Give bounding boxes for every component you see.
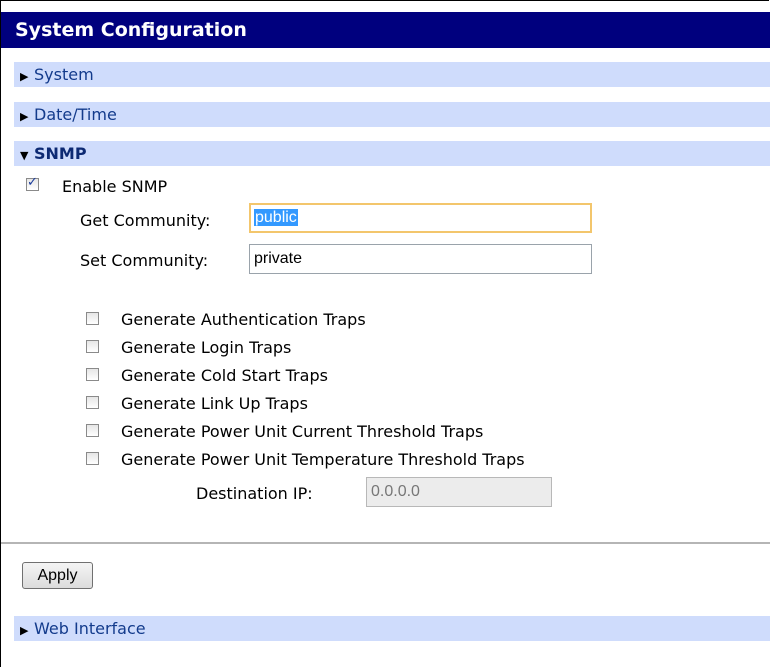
enable-snmp-label: Enable SNMP: [62, 177, 168, 196]
chevron-right-icon: ▶: [20, 70, 29, 83]
destination-ip-label: Destination IP:: [196, 484, 313, 503]
get-community-value: public: [254, 209, 298, 226]
page-title: System Configuration: [1, 12, 770, 48]
section-datetime-label: Date/Time: [34, 105, 117, 124]
chevron-down-icon: ▼: [20, 149, 29, 162]
apply-button[interactable]: Apply: [22, 562, 93, 589]
trap-current-threshold-checkbox[interactable]: [86, 424, 99, 437]
trap-link-up-label: Generate Link Up Traps: [121, 394, 308, 413]
trap-current-threshold-label: Generate Power Unit Current Threshold Tr…: [121, 422, 484, 441]
page-frame: [0, 0, 769, 667]
trap-login-label: Generate Login Traps: [121, 338, 292, 357]
enable-snmp-checkbox[interactable]: [26, 175, 39, 191]
set-community-label: Set Community:: [80, 251, 209, 270]
trap-cold-start-label: Generate Cold Start Traps: [121, 366, 328, 385]
trap-link-up-checkbox[interactable]: [86, 396, 99, 409]
section-snmp-label: SNMP: [34, 144, 87, 163]
get-community-label: Get Community:: [80, 211, 211, 230]
set-community-value: private: [254, 250, 303, 267]
trap-authentication-label: Generate Authentication Traps: [121, 310, 366, 329]
trap-temperature-threshold-label: Generate Power Unit Temperature Threshol…: [121, 450, 525, 469]
destination-ip-value: 0.0.0.0: [371, 483, 420, 500]
section-system[interactable]: ▶ System: [14, 62, 770, 87]
divider: [1, 542, 770, 544]
destination-ip-input[interactable]: 0.0.0.0: [366, 477, 552, 507]
trap-temperature-threshold-checkbox[interactable]: [86, 452, 99, 465]
section-datetime[interactable]: ▶ Date/Time: [14, 102, 770, 127]
chevron-right-icon: ▶: [20, 624, 29, 637]
trap-cold-start-checkbox[interactable]: [86, 368, 99, 381]
section-snmp[interactable]: ▼ SNMP: [14, 141, 770, 166]
trap-authentication-checkbox[interactable]: [86, 312, 99, 325]
chevron-right-icon: ▶: [20, 110, 29, 123]
section-system-label: System: [34, 65, 94, 84]
section-web-interface[interactable]: ▶ Web Interface: [14, 616, 770, 641]
section-web-interface-label: Web Interface: [34, 619, 146, 638]
get-community-input[interactable]: public: [249, 203, 592, 233]
trap-login-checkbox[interactable]: [86, 340, 99, 353]
set-community-input[interactable]: private: [249, 244, 592, 274]
